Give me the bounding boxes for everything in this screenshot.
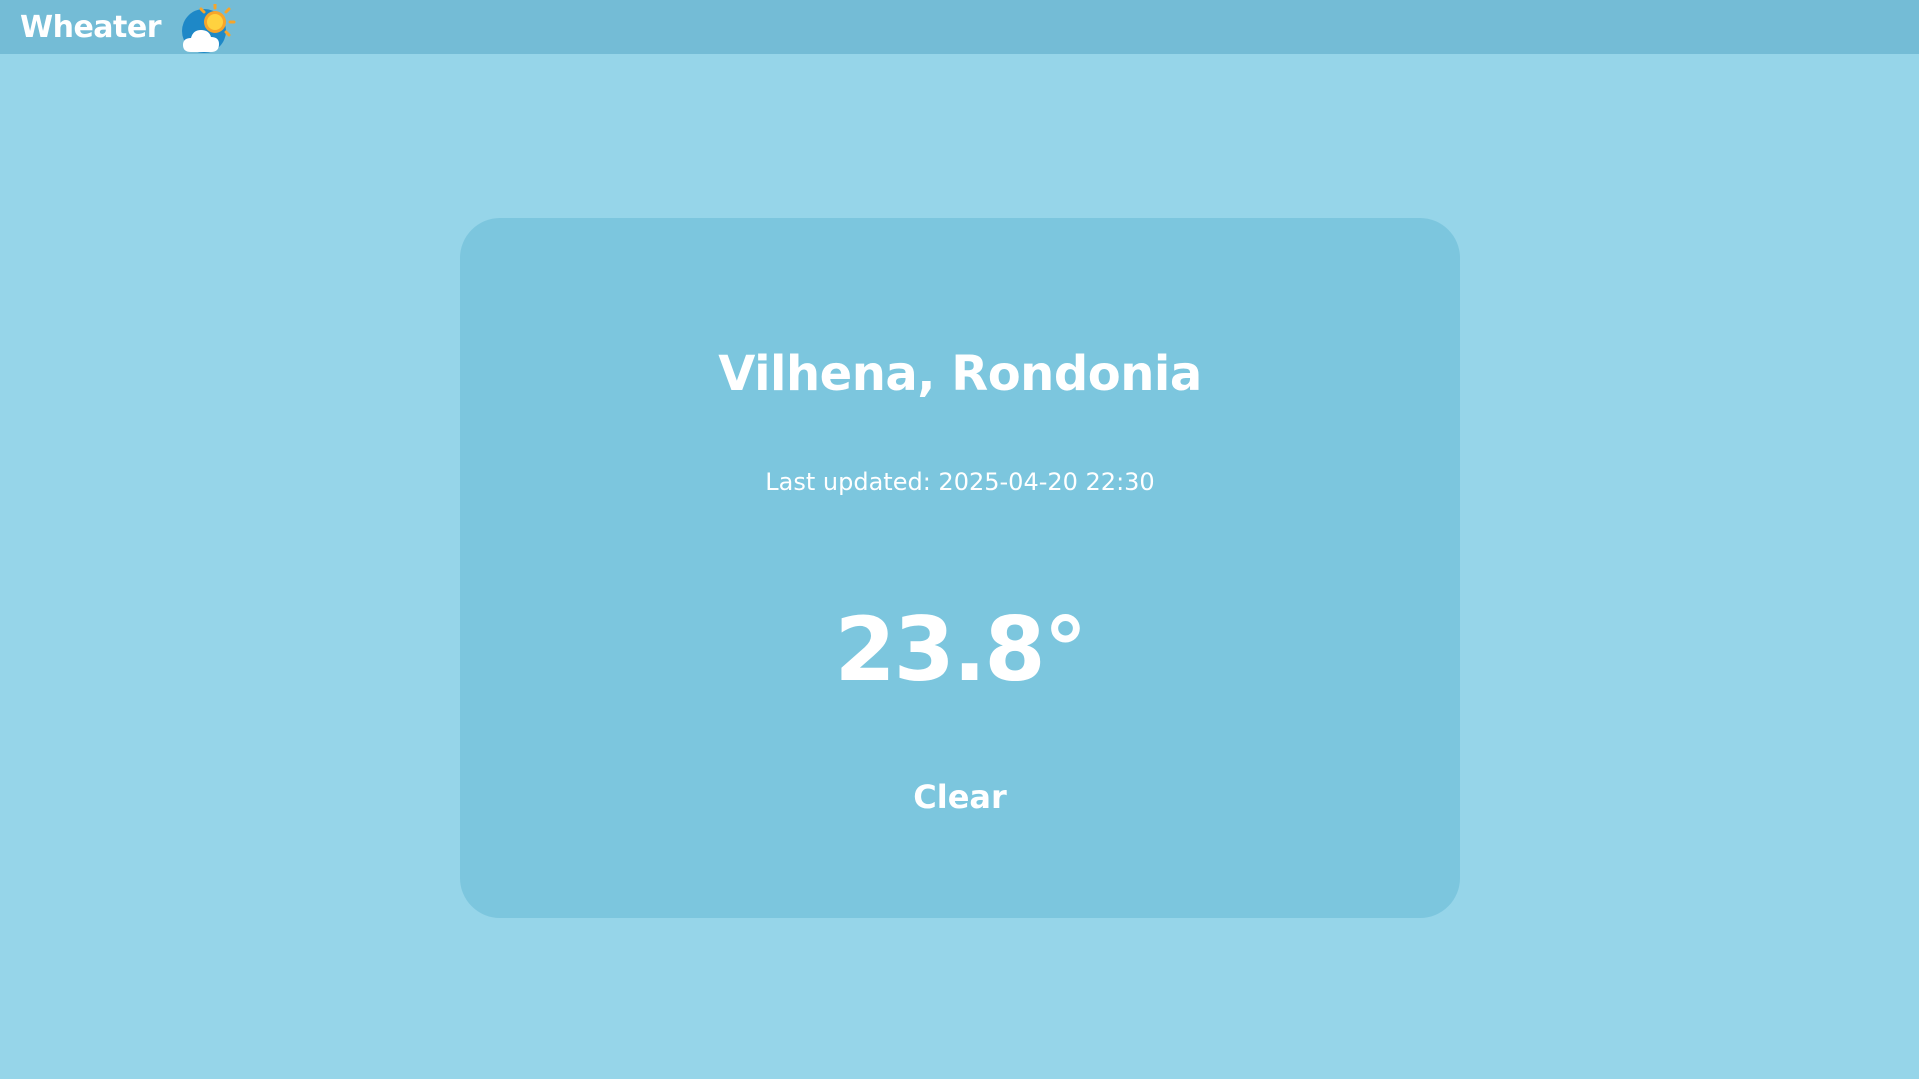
- last-updated-text: Last updated: 2025-04-20 22:30: [765, 468, 1155, 496]
- top-bar: Wheater: [0, 0, 1919, 54]
- weather-condition: Clear: [913, 778, 1007, 816]
- weather-card: Vilhena, Rondonia Last updated: 2025-04-…: [460, 218, 1460, 918]
- partly-cloudy-icon: [181, 2, 237, 54]
- temperature-value: 23.8°: [834, 598, 1087, 701]
- app-title: Wheater: [20, 9, 162, 45]
- location-title: Vilhena, Rondonia: [718, 346, 1202, 402]
